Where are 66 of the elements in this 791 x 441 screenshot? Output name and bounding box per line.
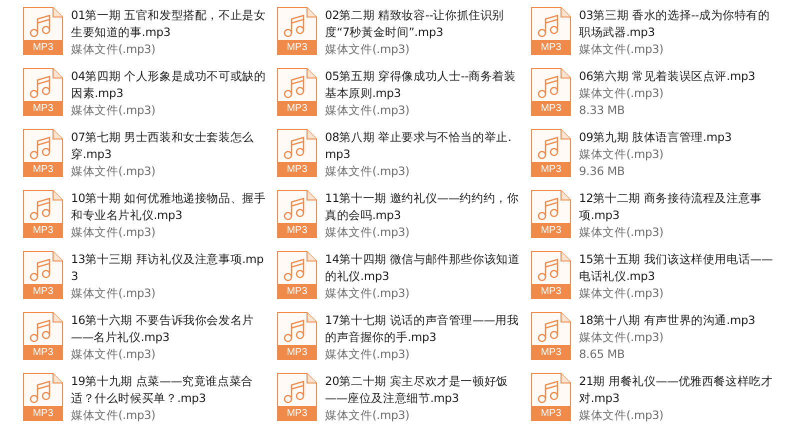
file-type: 媒体文件(.mp3) [579, 85, 664, 102]
file-type: 媒体文件(.mp3) [71, 224, 156, 241]
file-name[interactable]: 15第十五期 我们该这样使用电话——电话礼仪.mp3 [579, 251, 775, 285]
file-type-badge: MP3 [531, 223, 571, 238]
file-type-badge: MP3 [23, 345, 63, 360]
file-name[interactable]: 04第四期 个人形象是成功不可或缺的因素.mp3 [71, 68, 267, 102]
file-name[interactable]: 19第十九期 点菜——究竟谁点菜合适？什么时候买单？.mp3 [71, 373, 267, 407]
file-type: 媒体文件(.mp3) [325, 407, 410, 424]
file-name[interactable]: 20第二十期 宾主尽欢才是一顿好饭——座位及注意细节.mp3 [325, 373, 521, 407]
file-type-badge: MP3 [531, 101, 571, 116]
file-name[interactable]: 07第七期 男士西装和女士套装怎么穿.mp3 [71, 129, 267, 163]
file-name[interactable]: 10第十期 如何优雅地递接物品、握手和专业名片礼仪.mp3 [71, 190, 267, 224]
file-type-badge: MP3 [531, 40, 571, 55]
file-type-badge: MP3 [23, 284, 63, 299]
file-type-badge: MP3 [277, 40, 317, 55]
file-name[interactable]: 02第二期 精致妆容--让你抓住识别度“7秒黃金时间”.mp3 [325, 7, 521, 41]
file-type-badge: MP3 [23, 101, 63, 116]
file-name[interactable]: 06第六期 常见着装误区点评.mp3 [579, 68, 775, 85]
file-name[interactable]: 05第五期 穿得像成功人士--商务着装基本原则.mp3 [325, 68, 521, 102]
file-name[interactable]: 18第十八期 有声世界的沟通.mp3 [579, 312, 775, 329]
file-type-badge: MP3 [277, 406, 317, 421]
file-type: 媒体文件(.mp3) [71, 163, 156, 180]
file-type: 媒体文件(.mp3) [71, 285, 156, 302]
file-type-badge: MP3 [23, 40, 63, 55]
file-type: 媒体文件(.mp3) [325, 41, 410, 58]
file-type: 媒体文件(.mp3) [579, 224, 664, 241]
file-type: 媒体文件(.mp3) [71, 102, 156, 119]
file-type-badge: MP3 [531, 345, 571, 360]
file-name[interactable]: 03第三期 香水的选择--成为你特有的职场武器.mp3 [579, 7, 775, 41]
file-type: 媒体文件(.mp3) [579, 285, 664, 302]
file-name[interactable]: 12第十二期 商务接待流程及注意事项.mp3 [579, 190, 775, 224]
file-name[interactable]: 16第十六期 不要告诉我你会发名片——名片礼仪.mp3 [71, 312, 267, 346]
file-type: 媒体文件(.mp3) [71, 407, 156, 424]
file-type: 媒体文件(.mp3) [71, 41, 156, 58]
file-type-badge: MP3 [531, 162, 571, 177]
file-type: 媒体文件(.mp3) [579, 407, 664, 424]
file-type-badge: MP3 [277, 284, 317, 299]
file-type-badge: MP3 [531, 406, 571, 421]
file-type-badge: MP3 [531, 284, 571, 299]
file-type: 媒体文件(.mp3) [325, 163, 410, 180]
file-size: 8.33 MB [579, 102, 626, 119]
file-name[interactable]: 17第十七期 说话的声音管理——用我的声音握你的手.mp3 [325, 312, 521, 346]
file-type-badge: MP3 [277, 223, 317, 238]
file-type-badge: MP3 [277, 101, 317, 116]
file-type: 媒体文件(.mp3) [325, 346, 410, 363]
file-type-badge: MP3 [23, 162, 63, 177]
file-name[interactable]: 14第十四期 微信与邮件那些你该知道的礼仪.mp3 [325, 251, 521, 285]
file-type: 媒体文件(.mp3) [325, 285, 410, 302]
file-size: 8.65 MB [579, 346, 626, 363]
file-name[interactable]: 09第九期 肢体语言管理.mp3 [579, 129, 775, 146]
file-type-badge: MP3 [23, 223, 63, 238]
file-type: 媒体文件(.mp3) [579, 41, 664, 58]
file-name[interactable]: 08第八期 举止要求与不恰当的举止.mp3 [325, 129, 521, 163]
file-type: 媒体文件(.mp3) [579, 146, 664, 163]
file-name[interactable]: 21期 用餐礼仪——优雅西餐这样吃才对.mp3 [579, 373, 775, 407]
file-size: 9.36 MB [579, 163, 626, 180]
file-type-badge: MP3 [277, 345, 317, 360]
file-type-badge: MP3 [23, 406, 63, 421]
file-type: 媒体文件(.mp3) [325, 224, 410, 241]
file-type: 媒体文件(.mp3) [71, 346, 156, 363]
file-type-badge: MP3 [277, 162, 317, 177]
file-name[interactable]: 13第十三期 拜访礼仪及注意事项.mp3 [71, 251, 267, 285]
file-type: 媒体文件(.mp3) [579, 329, 664, 346]
file-name[interactable]: 01第一期 五官和发型搭配，不止是女生要知道的事.mp3 [71, 7, 267, 41]
file-name[interactable]: 11第十一期 邀约礼仪——约约约，你真的会吗.mp3 [325, 190, 521, 224]
file-type: 媒体文件(.mp3) [325, 102, 410, 119]
